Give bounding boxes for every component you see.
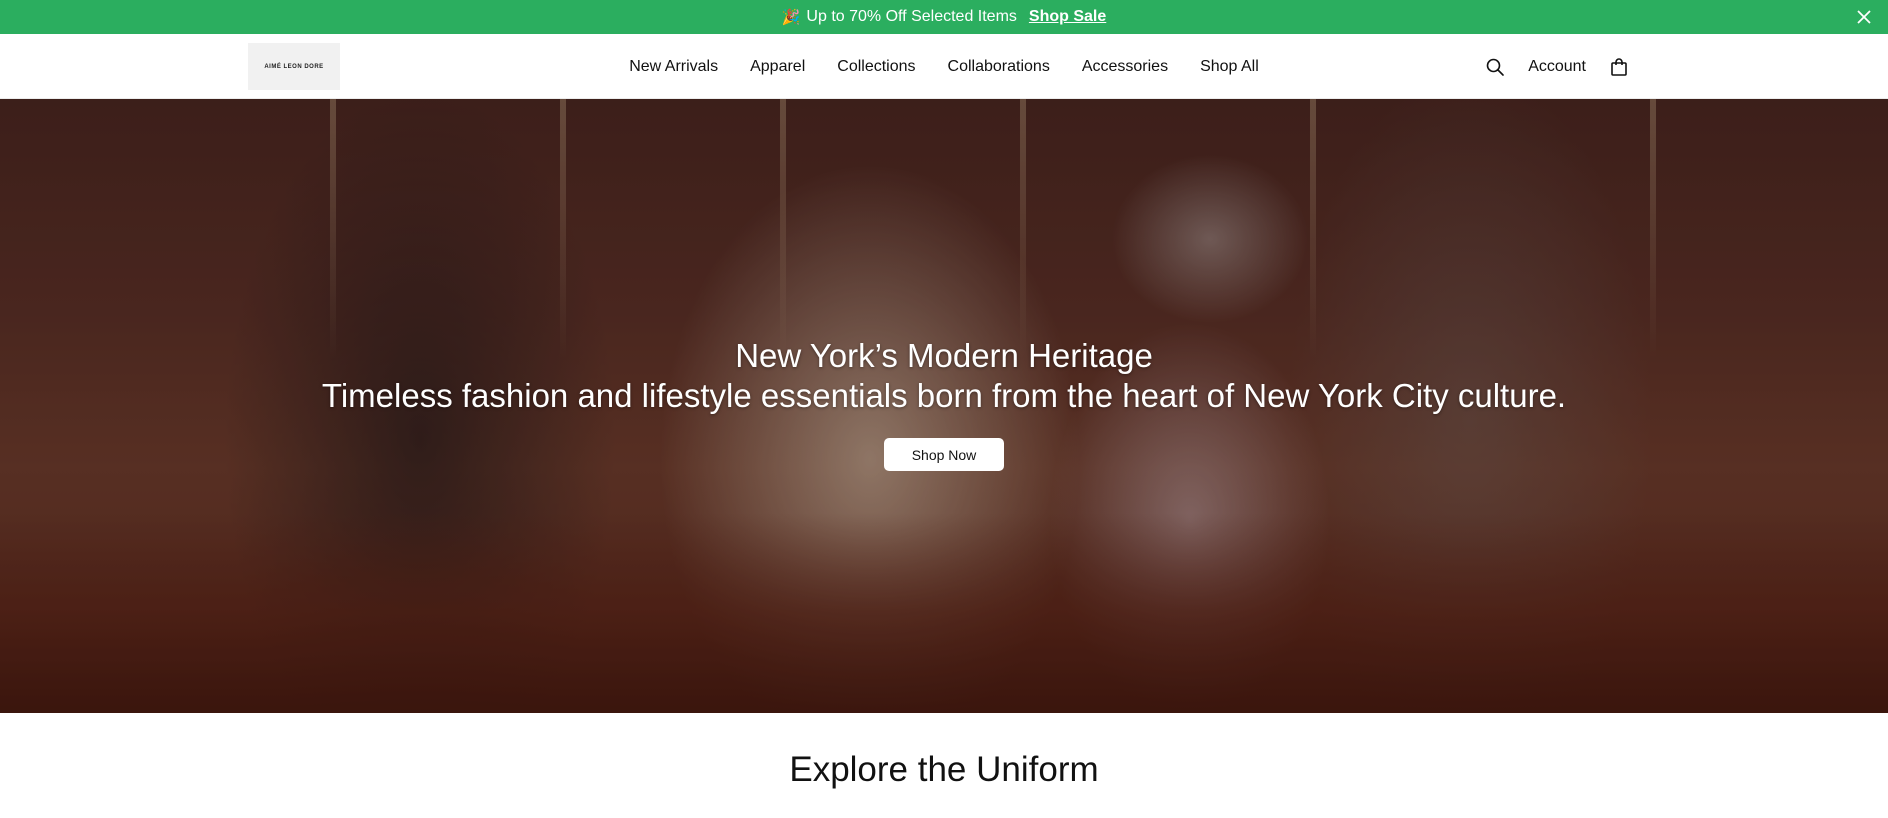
hero-title: New York’s Modern Heritage [735,337,1153,374]
party-popper-icon: 🎉 [781,8,801,26]
shopping-bag-icon[interactable] [1608,56,1630,78]
nav-shop-all[interactable]: Shop All [1200,58,1259,76]
close-icon[interactable] [1854,7,1874,27]
announcement-bar: 🎉 Up to 70% Off Selected Items Shop Sale [0,0,1888,34]
brand-logo[interactable]: AIMÉ LEON DORE [248,43,340,90]
nav-accessories[interactable]: Accessories [1082,58,1168,76]
section-title: Explore the Uniform [789,750,1099,789]
hero-content: New York’s Modern Heritage Timeless fash… [0,99,1888,713]
hero-banner: New York’s Modern Heritage Timeless fash… [0,99,1888,713]
promo-text: Up to 70% Off Selected Items [806,8,1017,25]
nav-new-arrivals[interactable]: New Arrivals [629,58,718,76]
shop-sale-link[interactable]: Shop Sale [1029,8,1106,26]
shop-now-button[interactable]: Shop Now [884,438,1004,471]
header-actions: Account [1484,34,1630,99]
nav-collections[interactable]: Collections [837,58,915,76]
site-header: AIMÉ LEON DORE New Arrivals Apparel Coll… [0,34,1888,99]
search-icon[interactable] [1484,56,1506,78]
nav-collaborations[interactable]: Collaborations [948,58,1050,76]
hero-subtitle: Timeless fashion and lifestyle essential… [321,377,1567,414]
promo-message: 🎉 Up to 70% Off Selected Items Shop Sale [782,8,1107,26]
logo-text: AIMÉ LEON DORE [264,63,324,70]
account-link[interactable]: Account [1528,58,1586,76]
nav-apparel[interactable]: Apparel [750,58,805,76]
